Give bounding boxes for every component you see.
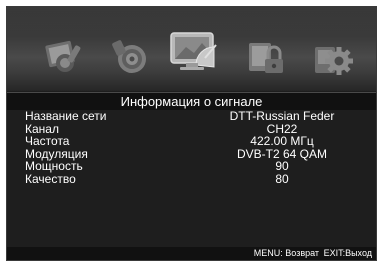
signal-row-frequency: Частота 422.00 МГц (7, 135, 376, 148)
key-hint-bar: MENU: Возврат EXIT:Выход (7, 247, 376, 260)
picture-settings-icon[interactable] (41, 35, 85, 79)
signal-row-network-name: Название сети DTT-Russian Feder (7, 110, 376, 123)
row-value: 80 (275, 171, 289, 186)
channel-settings-icon[interactable] (166, 23, 224, 81)
signal-row-quality: Качество 80 (7, 171, 376, 186)
panel-title: Информация о сигнале (7, 92, 376, 110)
exit-hint: EXIT:Выход (323, 248, 372, 258)
system-settings-icon[interactable] (311, 35, 355, 79)
sound-settings-icon[interactable] (108, 35, 152, 79)
tv-osd-screen: Информация о сигнале Название сети DTT-R… (6, 6, 377, 261)
row-label: Качество (25, 171, 76, 186)
main-menu-icon-bar (7, 7, 376, 91)
signal-info-list: Название сети DTT-Russian Feder Канал CH… (7, 110, 376, 186)
lock-settings-icon[interactable] (243, 35, 287, 79)
menu-back-hint: MENU: Возврат (253, 248, 320, 258)
